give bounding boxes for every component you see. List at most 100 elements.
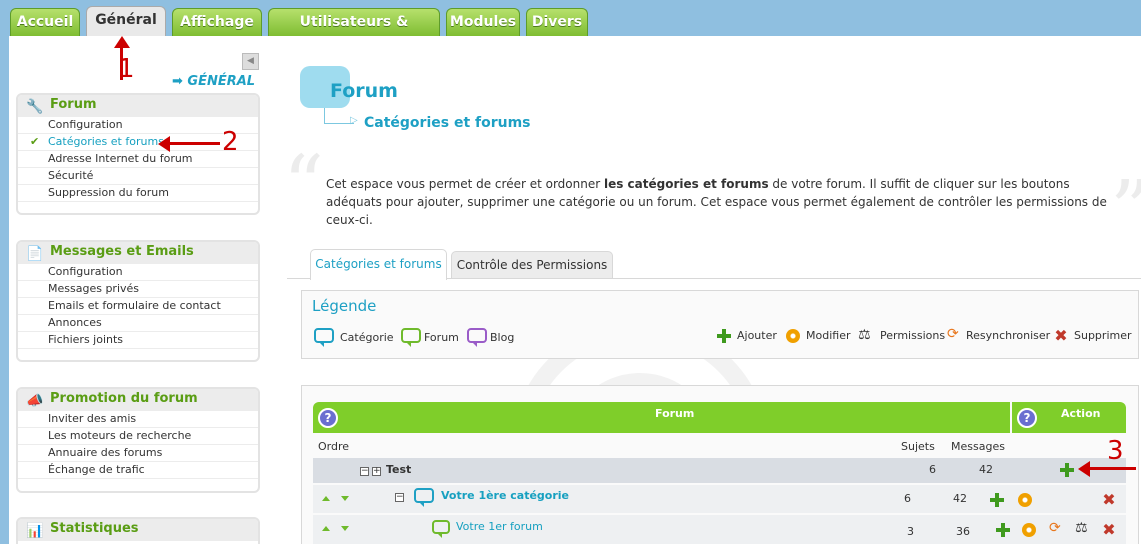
sidebar-item-securite[interactable]: Sécurité <box>18 168 258 185</box>
row-name-forum[interactable]: Votre 1er forum <box>456 520 543 533</box>
quote-open-icon: “ <box>283 138 324 231</box>
collapse-icon[interactable]: − <box>360 467 369 476</box>
description-text: Cet espace vous permet de créer et ordon… <box>326 177 604 191</box>
move-down-icon[interactable] <box>341 496 349 501</box>
sidebar-item-annonces[interactable]: Annonces <box>18 315 258 332</box>
add-button[interactable] <box>996 523 1010 537</box>
description-bold: les catégories et forums <box>603 177 769 191</box>
category-bubble-icon <box>314 328 334 347</box>
sidebar-item-messages-prives[interactable]: Messages privés <box>18 281 258 298</box>
edit-gear-icon <box>786 329 800 343</box>
legend-panel <box>301 290 1139 359</box>
page-title: Forum <box>330 80 398 102</box>
edit-gear-icon[interactable] <box>1018 493 1032 507</box>
collapse-sidebar-button[interactable]: ◀ <box>242 53 259 70</box>
column-order: Ordre <box>318 440 350 453</box>
sidebar-item-moteurs-recherche[interactable]: Les moteurs de recherche <box>18 428 258 445</box>
edit-gear-icon[interactable] <box>1022 523 1036 537</box>
annotation-arrow-3 <box>1088 467 1136 470</box>
blog-bubble-icon <box>467 328 487 347</box>
resync-button[interactable]: ⟳ <box>1049 520 1061 536</box>
forum-bubble-icon <box>432 520 450 538</box>
sidebar-title: Statistiques <box>50 521 139 536</box>
tab-general[interactable]: Général <box>86 6 166 36</box>
section-link-label: GÉNÉRAL <box>187 74 256 89</box>
expand-icon[interactable]: + <box>372 467 381 476</box>
help-icon[interactable]: ? <box>318 408 338 428</box>
sidebar-box-promotion: 📣 Promotion du forum Inviter des amis Les… <box>16 387 260 493</box>
subtab-controle-permissions[interactable]: Contrôle des Permissions <box>451 251 613 278</box>
column-forum: Forum <box>655 407 695 420</box>
legend-blog: Blog <box>490 331 515 344</box>
sidebar-item-label: Catégories et forums <box>48 135 164 148</box>
legend-permissions: Permissions <box>880 329 946 342</box>
tab-utilisateurs-groupes[interactable]: Utilisateurs & Groupes <box>268 8 440 56</box>
legend-category: Catégorie <box>340 331 394 344</box>
move-down-icon[interactable] <box>341 526 349 531</box>
sidebar-title: Promotion du forum <box>50 391 198 406</box>
add-button[interactable] <box>1060 463 1074 477</box>
sidebar-title: Messages et Emails <box>50 244 194 259</box>
table-row <box>313 485 1126 513</box>
sidebar-item-inviter-amis[interactable]: Inviter des amis <box>18 411 258 428</box>
sidebar-title: Forum <box>50 97 97 112</box>
sidebar-item-emails-contact[interactable]: Emails et formulaire de contact <box>18 298 258 315</box>
move-up-icon[interactable] <box>322 526 330 531</box>
row-topics: 3 <box>907 525 914 538</box>
row-name-test: Test <box>386 463 412 476</box>
legend-resync: Resynchroniser <box>966 329 1051 342</box>
page-description: Cet espace vous permet de créer et ordon… <box>326 175 1126 229</box>
sidebar-item-echange-trafic[interactable]: Échange de trafic <box>18 462 258 479</box>
section-link-general[interactable]: ➡ GÉNÉRAL <box>172 74 255 89</box>
row-messages: 36 <box>956 525 970 538</box>
forum-bubble-icon <box>401 328 421 347</box>
column-topics: Sujets <box>901 440 935 453</box>
chart-icon: 📊 <box>26 523 44 539</box>
annotation-arrowhead-2 <box>158 136 170 152</box>
sidebar-head-messages: 📄 Messages et Emails <box>18 242 258 264</box>
annotation-arrow-2 <box>168 142 220 145</box>
tab-accueil[interactable]: Accueil <box>10 8 80 36</box>
legend-add: Ajouter <box>737 329 777 342</box>
subtab-categories-forums[interactable]: Catégories et forums <box>310 249 447 280</box>
wrench-icon: 🔧 <box>26 99 44 115</box>
annotation-2: 2 <box>222 127 239 157</box>
add-icon <box>717 329 731 343</box>
sidebar-item-configuration-messages[interactable]: Configuration <box>18 264 258 281</box>
help-icon-action[interactable]: ? <box>1017 408 1037 428</box>
row-messages: 42 <box>979 463 993 476</box>
row-messages: 42 <box>953 492 967 505</box>
sidebar-item-fichiers-joints[interactable]: Fichiers joints <box>18 332 258 349</box>
sidebar-head-promotion: 📣 Promotion du forum <box>18 389 258 411</box>
sidebar-head-forum: 🔧 Forum <box>18 95 258 117</box>
move-up-icon[interactable] <box>322 496 330 501</box>
annotation-3: 3 <box>1107 436 1124 466</box>
add-button[interactable] <box>990 493 1004 507</box>
table-row <box>313 458 1126 483</box>
row-name-category[interactable]: Votre 1ère catégorie <box>441 489 569 502</box>
permissions-button[interactable]: ⚖ <box>1075 520 1088 536</box>
annotation-arrowhead-3 <box>1078 461 1090 477</box>
delete-icon: ✖ <box>1054 326 1068 345</box>
document-icon: 📄 <box>26 246 44 262</box>
delete-button[interactable]: ✖ <box>1102 492 1116 508</box>
sidebar-item-annuaire-forums[interactable]: Annuaire des forums <box>18 445 258 462</box>
resync-icon: ⟳ <box>947 326 959 342</box>
legend-delete: Supprimer <box>1074 329 1132 342</box>
sidebar-item-suppression[interactable]: Suppression du forum <box>18 185 258 202</box>
delete-button[interactable]: ✖ <box>1102 522 1116 538</box>
column-messages: Messages <box>951 440 1005 453</box>
category-bubble-icon <box>414 488 434 507</box>
tab-affichage[interactable]: Affichage <box>172 8 262 36</box>
collapse-icon[interactable]: − <box>395 493 404 502</box>
tab-modules[interactable]: Modules <box>446 8 520 36</box>
megaphone-icon: 📣 <box>26 393 44 409</box>
legend-edit: Modifier <box>806 329 851 342</box>
row-topics: 6 <box>929 463 936 476</box>
permissions-icon: ⚖ <box>858 327 871 343</box>
sidebar-box-statistiques: 📊 Statistiques <box>16 517 260 544</box>
sidebar-head-statistiques: 📊 Statistiques <box>18 519 258 541</box>
row-topics: 6 <box>904 492 911 505</box>
tab-divers[interactable]: Divers <box>526 8 588 36</box>
legend-forum: Forum <box>424 331 459 344</box>
